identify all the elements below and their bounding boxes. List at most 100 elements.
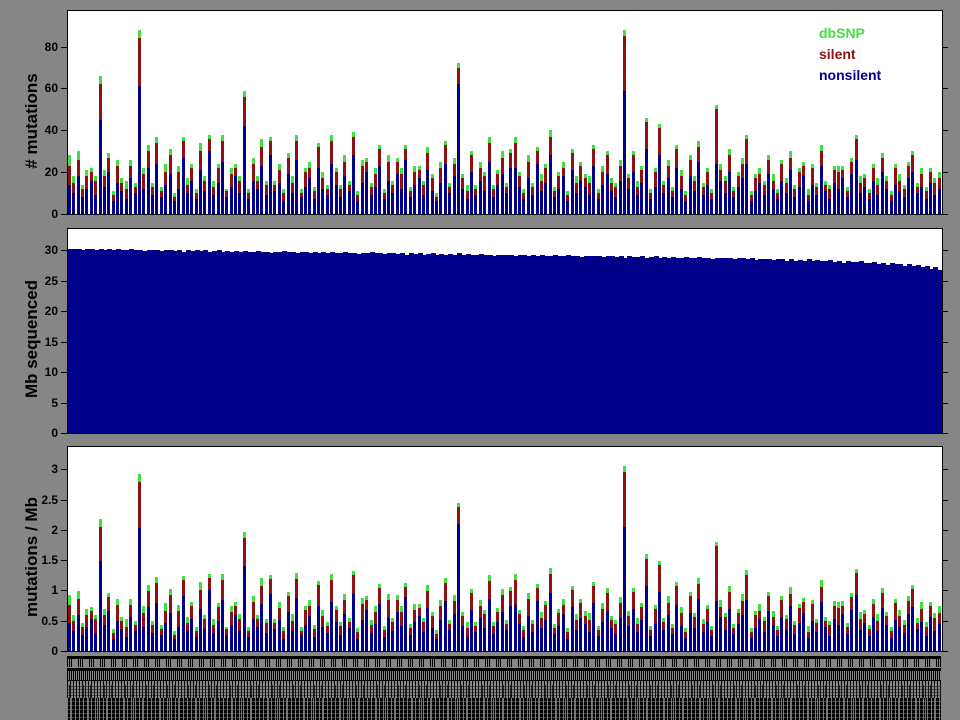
bar-segment bbox=[361, 160, 364, 166]
bar-segment bbox=[798, 187, 801, 214]
bar-segment bbox=[824, 191, 827, 214]
bar-segment bbox=[453, 164, 456, 177]
bar-segment bbox=[470, 151, 473, 155]
bar-segment bbox=[776, 193, 779, 199]
bar-segment bbox=[138, 474, 141, 482]
bar-segment bbox=[846, 623, 849, 627]
bar-segment bbox=[378, 149, 381, 166]
bar-segment bbox=[413, 604, 416, 610]
bar-segment bbox=[177, 627, 180, 651]
bar-segment bbox=[225, 635, 228, 651]
bar-segment bbox=[549, 130, 552, 136]
bar-segment bbox=[304, 168, 307, 172]
bar-segment bbox=[247, 199, 250, 214]
bar-segment bbox=[203, 176, 206, 180]
bar-segment bbox=[269, 579, 272, 593]
bar-segment bbox=[300, 635, 303, 651]
bar-segment bbox=[208, 578, 211, 590]
bar-segment bbox=[566, 632, 569, 638]
bar-segment bbox=[107, 153, 110, 157]
bar-segment bbox=[885, 176, 888, 180]
bar-segment bbox=[317, 168, 320, 214]
bar-segment bbox=[597, 636, 600, 651]
bar-segment bbox=[592, 149, 595, 166]
bar-segment bbox=[588, 195, 591, 214]
bar-segment bbox=[120, 629, 123, 651]
bar-segment bbox=[715, 542, 718, 546]
bar-segment bbox=[85, 615, 88, 627]
bar-segment bbox=[654, 172, 657, 187]
bar-segment bbox=[824, 627, 827, 651]
bar-segment bbox=[147, 145, 150, 151]
bar-segment bbox=[313, 637, 316, 651]
bar-segment bbox=[846, 191, 849, 197]
bar-segment bbox=[855, 139, 858, 160]
bar-segment bbox=[544, 168, 547, 183]
bar-segment bbox=[409, 197, 412, 214]
bar-segment bbox=[549, 155, 552, 214]
bar-segment bbox=[470, 610, 473, 651]
bar-segment bbox=[501, 589, 504, 595]
bar-segment bbox=[933, 178, 936, 182]
bar-segment bbox=[343, 155, 346, 161]
y-tick-mark bbox=[61, 372, 67, 373]
bar-segment bbox=[571, 149, 574, 153]
bar-segment bbox=[282, 193, 285, 201]
bar-segment bbox=[374, 606, 377, 612]
bar-segment bbox=[579, 166, 582, 181]
bar-segment bbox=[291, 614, 294, 620]
bar-segment bbox=[837, 625, 840, 651]
bar-segment bbox=[680, 170, 683, 176]
bar-segment bbox=[632, 155, 635, 172]
bar-segment bbox=[186, 617, 189, 623]
bar-segment bbox=[627, 174, 630, 178]
y-tick-mark bbox=[942, 47, 948, 48]
bar-segment bbox=[636, 195, 639, 214]
bar-segment bbox=[260, 147, 263, 166]
bar-segment bbox=[72, 621, 75, 631]
bar-segment bbox=[706, 605, 709, 609]
bar-segment bbox=[466, 185, 469, 191]
bar-segment bbox=[488, 599, 491, 651]
bar-segment bbox=[815, 623, 818, 632]
bar-segment bbox=[671, 197, 674, 214]
bar-segment bbox=[619, 160, 622, 166]
bar-segment bbox=[710, 199, 713, 214]
bar-segment bbox=[488, 137, 491, 143]
bar-segment bbox=[815, 619, 818, 623]
bar-segment bbox=[758, 611, 761, 619]
bar-segment bbox=[182, 141, 185, 158]
bar-segment bbox=[588, 183, 591, 196]
bar-segment bbox=[671, 187, 674, 191]
y-tick-mark bbox=[942, 281, 948, 282]
bar-segment bbox=[627, 626, 630, 651]
y-tick-mark bbox=[61, 469, 67, 470]
bar-segment bbox=[820, 151, 823, 166]
bar-segment bbox=[828, 185, 831, 189]
bar-segment bbox=[833, 601, 836, 605]
bar-segment bbox=[841, 606, 844, 615]
bar-segment bbox=[374, 612, 377, 624]
y-tick-mark bbox=[942, 560, 948, 561]
bar-segment bbox=[278, 170, 281, 183]
bar-segment bbox=[99, 527, 102, 561]
bar-segment bbox=[728, 592, 731, 609]
bar-segment bbox=[824, 185, 827, 191]
y-tick-mark bbox=[61, 130, 67, 131]
bar-segment bbox=[129, 160, 132, 166]
bar-segment bbox=[793, 621, 796, 625]
bar-segment bbox=[304, 610, 307, 624]
bar-segment bbox=[798, 168, 801, 172]
bar-segment bbox=[903, 625, 906, 634]
bar-segment bbox=[614, 197, 617, 214]
bar-segment bbox=[256, 176, 259, 180]
bar-segment bbox=[169, 149, 172, 155]
y-tick-mark bbox=[942, 500, 948, 501]
bar-segment bbox=[920, 168, 923, 174]
bar-segment bbox=[356, 191, 359, 195]
bar-segment bbox=[238, 176, 241, 180]
bar-segment bbox=[911, 585, 914, 589]
bar-segment bbox=[134, 631, 137, 651]
bar-segment bbox=[444, 601, 447, 651]
bar-segment bbox=[627, 178, 630, 188]
